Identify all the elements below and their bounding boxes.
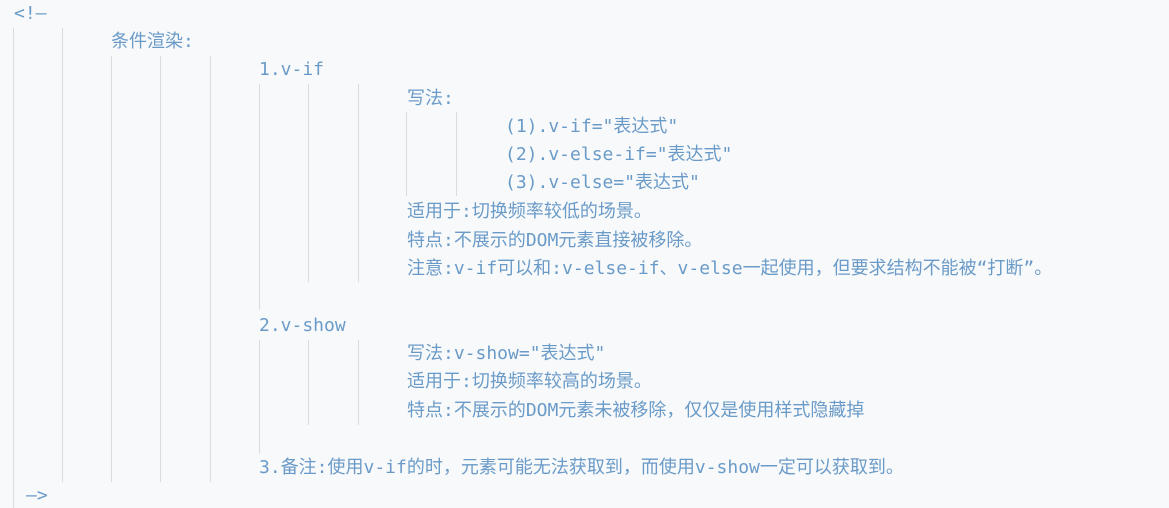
v-if-syntax-line-3: (3).v-else="表达式" bbox=[505, 172, 700, 193]
indent-guide bbox=[13, 28, 14, 508]
section-v-show-title: 2.v-show bbox=[259, 315, 346, 336]
indent-guide bbox=[111, 56, 112, 482]
remark: 3.备注:使用v-if的时，元素可能无法获取到，而使用v-show一定可以获取到… bbox=[259, 457, 904, 478]
indent-guide bbox=[406, 112, 407, 196]
comment-open: <!— bbox=[14, 3, 47, 24]
indent-guide bbox=[456, 112, 457, 196]
v-if-syntax-label: 写法: bbox=[407, 88, 454, 109]
code-editor[interactable]: <!— 条件渲染: 1.v-if 写法: (1).v-if="表达式" (2).… bbox=[0, 0, 1169, 508]
v-if-feature: 特点:不展示的DOM元素直接被移除。 bbox=[407, 230, 703, 251]
v-show-syntax: 写法:v-show="表达式" bbox=[407, 343, 606, 364]
indent-guide bbox=[210, 56, 211, 482]
indent-guide bbox=[259, 340, 260, 454]
section-v-if-title: 1.v-if bbox=[259, 59, 325, 80]
v-if-syntax-line-1: (1).v-if="表达式" bbox=[505, 116, 679, 137]
indent-guide bbox=[160, 56, 161, 482]
indent-guide bbox=[259, 84, 260, 310]
indent-guide bbox=[358, 84, 359, 282]
v-if-note: 注意:v-if可以和:v-else-if、v-else一起使用，但要求结构不能被… bbox=[407, 258, 1053, 279]
indent-guide bbox=[308, 84, 309, 282]
indent-guide bbox=[308, 340, 309, 425]
comment-close: —> bbox=[26, 485, 48, 506]
v-if-syntax-line-2: (2).v-else-if="表达式" bbox=[505, 144, 733, 165]
v-show-feature: 特点:不展示的DOM元素未被移除，仅仅是使用样式隐藏掉 bbox=[407, 400, 865, 421]
indent-guide bbox=[358, 340, 359, 425]
v-show-usage: 适用于:切换频率较高的场景。 bbox=[407, 371, 652, 392]
v-if-usage: 适用于:切换频率较低的场景。 bbox=[407, 201, 652, 222]
heading-conditional-rendering: 条件渲染: bbox=[111, 31, 194, 52]
indent-guide bbox=[62, 28, 63, 482]
